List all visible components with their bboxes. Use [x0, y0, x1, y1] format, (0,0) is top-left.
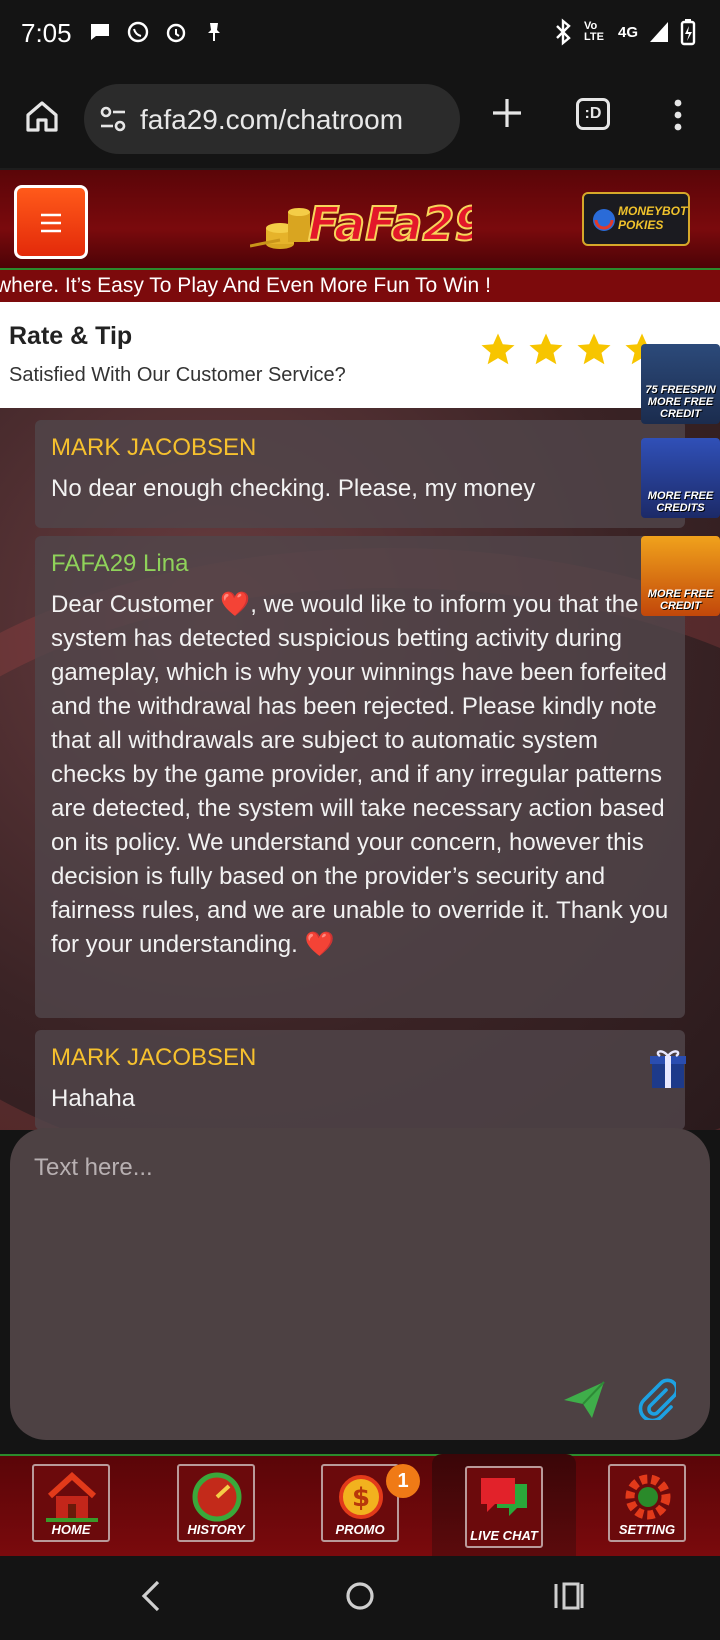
- free-credit-promo-banner[interactable]: 75 FREESPIN MORE FREE CREDIT: [641, 344, 720, 424]
- nav-live-chat-label: LIVE CHAT: [470, 1528, 538, 1543]
- notification-icons: [88, 20, 226, 44]
- moneybot-mascot-icon: [593, 209, 615, 231]
- star-icon-3[interactable]: [576, 332, 612, 368]
- alarm-icon: [164, 20, 188, 44]
- message-text: Dear Customer ❤️, we would like to infor…: [51, 591, 669, 958]
- rate-title: Rate & Tip: [9, 322, 133, 350]
- send-icon[interactable]: [562, 1380, 606, 1420]
- rating-stars: [480, 332, 660, 368]
- attachment-icon[interactable]: [636, 1376, 679, 1423]
- system-navigation-bar: [0, 1556, 720, 1640]
- whatsapp-icon: [126, 20, 150, 44]
- site-settings-icon[interactable]: [98, 104, 128, 134]
- nav-promo-label: PROMO: [335, 1522, 385, 1537]
- more-free-credit-promo-banner[interactable]: MORE FREE CREDIT: [641, 536, 720, 616]
- status-time: 7:05: [21, 18, 72, 48]
- home-circle-icon[interactable]: [344, 1580, 376, 1612]
- nav-history[interactable]: HISTORY: [177, 1464, 255, 1542]
- nav-setting-label: SETTING: [618, 1522, 676, 1537]
- message-input[interactable]: [34, 1148, 674, 1188]
- promo-coin-icon: $: [339, 1475, 383, 1519]
- battery-icon: [680, 19, 696, 46]
- bottom-navigation: HOME HISTORY $ PROMO LIVE CHAT SETTING: [0, 1454, 720, 1558]
- star-icon-2[interactable]: [528, 332, 564, 368]
- signal-icon: [650, 22, 668, 42]
- promo-label: MORE FREE CREDIT: [647, 588, 714, 612]
- chat-messages[interactable]: MARK JACOBSEN No dear enough checking. P…: [0, 408, 720, 1130]
- coin-stack-icon: [249, 208, 310, 249]
- more-options-icon[interactable]: [668, 98, 688, 132]
- chat-bubble-icon: [88, 20, 112, 44]
- browser-toolbar: fafa29.com/chatroom :D: [0, 72, 720, 168]
- message-author: MARK JACOBSEN: [51, 434, 257, 461]
- network-type: 4G: [617, 23, 638, 41]
- rate-tip-panel: Rate & Tip Satisfied With Our Customer S…: [0, 302, 720, 408]
- free-credits-promo-banner[interactable]: MORE FREE CREDITS: [641, 438, 720, 518]
- svg-text:$: $: [352, 1483, 370, 1513]
- nav-history-label: HISTORY: [187, 1522, 245, 1537]
- fafa29-logo[interactable]: FaFa29: [249, 182, 487, 262]
- message-author: MARK JACOBSEN: [51, 1044, 257, 1071]
- chat-message: FAFA29 Lina Dear Customer ❤️, we would l…: [35, 536, 685, 1018]
- site-header: FaFa29 MONEYBOT POKIES: [0, 168, 720, 268]
- rate-subtitle: Satisfied With Our Customer Service?: [9, 364, 346, 386]
- address-bar[interactable]: fafa29.com/chatroom: [84, 84, 460, 154]
- browser-home-icon[interactable]: [24, 98, 60, 134]
- chat-message: MARK JACOBSEN Hahaha: [35, 1030, 685, 1130]
- logo-wordmark: FaFa29: [308, 197, 472, 251]
- status-bar: 7:05 Vo LTE 4G: [0, 0, 720, 72]
- bluetooth-icon: [556, 18, 571, 46]
- nav-live-chat[interactable]: LIVE CHAT: [465, 1466, 543, 1548]
- promo-count-badge: 1: [386, 1464, 420, 1498]
- back-icon[interactable]: [138, 1578, 166, 1614]
- moneybot-label: MONEYBOT POKIES: [618, 204, 688, 232]
- live-chat-bubbles-icon: [481, 1478, 527, 1516]
- history-clock-icon: [192, 1472, 242, 1522]
- message-text: Hahaha: [51, 1085, 136, 1112]
- url-text: fafa29.com/chatroom: [140, 104, 404, 135]
- hamburger-icon: [41, 213, 61, 233]
- new-tab-icon[interactable]: [490, 96, 524, 130]
- message-composer: [10, 1128, 710, 1440]
- volte-indicator: Vo LTE: [583, 20, 604, 43]
- tab-switcher-button[interactable]: :D: [576, 98, 610, 130]
- gift-box-icon[interactable]: [648, 1046, 688, 1090]
- house-icon: [46, 1471, 98, 1522]
- message-text: No dear enough checking. Please, my mone…: [51, 475, 536, 502]
- promo-label: 75 FREESPIN MORE FREE CREDIT: [645, 384, 716, 420]
- message-author: FAFA29 Lina: [51, 550, 189, 577]
- screen: 7:05 Vo LTE 4G fafa29.com/chatroom:D Fa…: [0, 0, 720, 1640]
- announcement-marquee: where. It’s Easy To Play And Even More F…: [0, 268, 720, 302]
- marquee-text: where. It’s Easy To Play And Even More F…: [0, 274, 491, 297]
- promo-label: MORE FREE CREDITS: [647, 490, 714, 514]
- pin-icon: [202, 20, 226, 44]
- star-icon-1[interactable]: [480, 332, 516, 368]
- moneybot-pokies-button[interactable]: MONEYBOT POKIES: [582, 192, 690, 246]
- menu-button[interactable]: [14, 185, 88, 259]
- gear-icon: [625, 1474, 671, 1520]
- nav-home[interactable]: HOME: [32, 1464, 110, 1542]
- nav-setting[interactable]: SETTING: [608, 1464, 686, 1542]
- chat-message: MARK JACOBSEN No dear enough checking. P…: [35, 420, 685, 528]
- recents-icon[interactable]: [552, 1580, 584, 1612]
- nav-home-label: HOME: [51, 1522, 91, 1537]
- system-icons: Vo LTE 4G: [552, 18, 696, 46]
